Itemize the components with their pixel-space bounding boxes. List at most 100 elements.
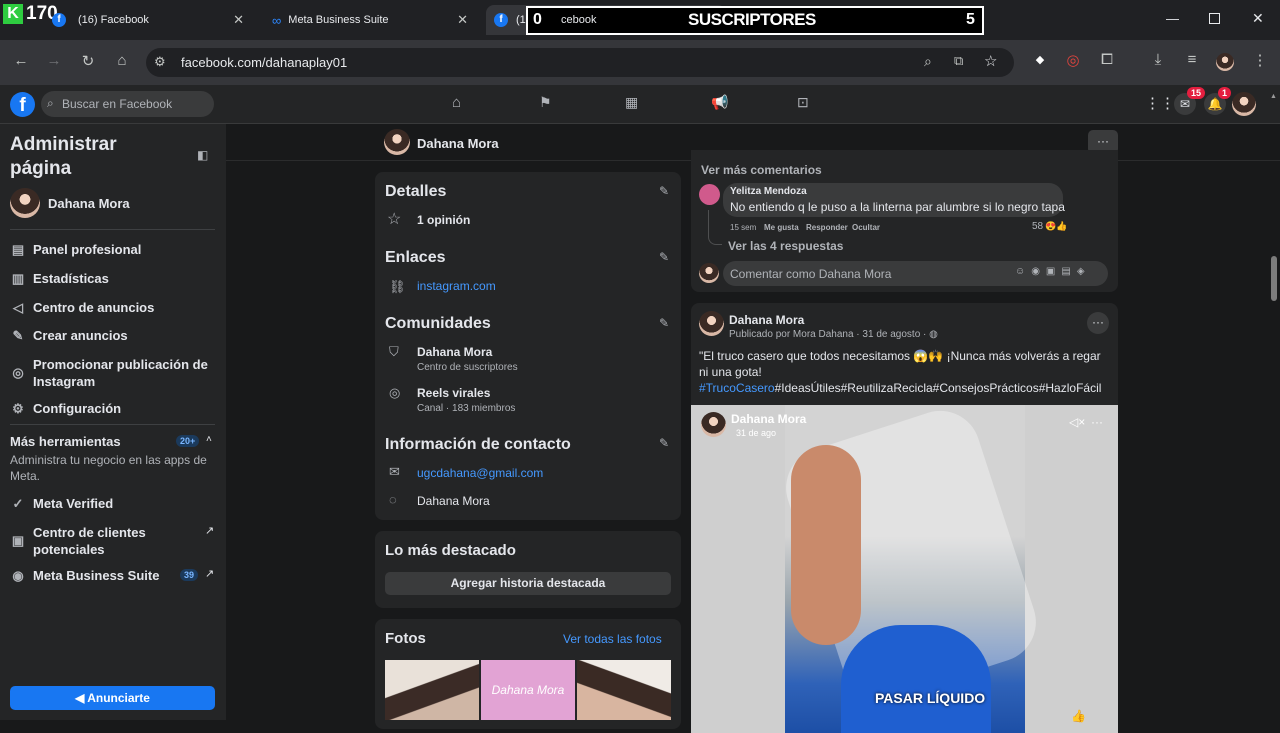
page-header-name[interactable]: Dahana Mora: [417, 136, 499, 151]
sidebar-item-panel[interactable]: ▤ Panel profesional: [10, 242, 142, 258]
reel-video[interactable]: Dahana Mora 31 de ago ◁× ··· PASAR LÍQUI…: [691, 405, 1118, 733]
shield-extension-icon[interactable]: ◎: [1062, 51, 1084, 69]
photo-thumbnail[interactable]: [577, 660, 671, 720]
account-avatar[interactable]: [1232, 92, 1256, 116]
like-video-icon[interactable]: 👍: [1071, 709, 1086, 723]
instagram-link[interactable]: instagram.com: [417, 279, 496, 293]
edit-pencil-icon[interactable]: ✎: [659, 250, 669, 264]
media-control-icon[interactable]: ≡: [1181, 51, 1203, 68]
post-author-avatar[interactable]: [699, 311, 724, 336]
page-avatar[interactable]: [10, 188, 40, 218]
search-box[interactable]: ⌕ Buscar en Facebook: [41, 91, 214, 117]
video-author-avatar[interactable]: [701, 412, 726, 437]
sidebar-item-stats[interactable]: ▥ Estadísticas: [10, 271, 109, 287]
more-tools-heading[interactable]: Más herramientas: [10, 434, 121, 449]
mute-icon[interactable]: ◁×: [1069, 415, 1085, 429]
sidebar-item-leads-center[interactable]: ▣ Centro de clientes potenciales: [10, 524, 173, 558]
nav-pages-flag-icon[interactable]: ⚑: [539, 94, 552, 111]
hashtag-link[interactable]: #TrucoCasero: [699, 381, 775, 395]
edit-pencil-icon[interactable]: ✎: [659, 436, 669, 450]
bookmark-star-icon[interactable]: ☆: [984, 52, 997, 70]
photo-thumbnail[interactable]: Dahana Mora: [481, 660, 575, 720]
scroll-up-arrow[interactable]: ▲: [1270, 93, 1277, 100]
page-name[interactable]: Dahana Mora: [48, 196, 130, 211]
site-info-icon[interactable]: ⚙: [154, 54, 166, 70]
install-app-icon[interactable]: ⧉: [954, 53, 963, 69]
restore-button[interactable]: [1209, 13, 1220, 24]
tab-business-suite[interactable]: ∞ Meta Business Suite ✕: [262, 5, 476, 35]
plus-value: 5: [966, 11, 975, 28]
sidebar-item-settings[interactable]: ⚙ Configuración: [10, 401, 121, 417]
minimize-button[interactable]: —: [1166, 11, 1179, 26]
advertise-button[interactable]: ◀ Anunciarte: [10, 686, 215, 710]
home-icon[interactable]: ⌂: [111, 52, 133, 69]
forward-icon[interactable]: →: [43, 52, 65, 69]
comment-time[interactable]: 15 sem: [730, 223, 756, 232]
close-icon[interactable]: ✕: [233, 12, 244, 28]
photo-thumbnail[interactable]: [385, 660, 479, 720]
collapse-sidebar-icon[interactable]: ◧: [197, 148, 208, 162]
download-icon[interactable]: ⤓: [1147, 51, 1169, 68]
view-replies-link[interactable]: Ver las 4 respuestas: [728, 239, 843, 253]
edit-pencil-icon[interactable]: ✎: [659, 184, 669, 198]
community-name[interactable]: Dahana Mora: [417, 345, 492, 359]
post-author[interactable]: Dahana Mora: [729, 313, 804, 327]
facebook-logo-icon[interactable]: f: [10, 92, 35, 117]
sidebar-item-create-ads[interactable]: ✎ Crear anuncios: [10, 328, 128, 344]
hashtag-rest[interactable]: #IdeasÚtiles#ReutilizaRecicla#ConsejosPr…: [775, 381, 1102, 395]
close-window-button[interactable]: ✕: [1252, 10, 1264, 27]
apps-grid-icon[interactable]: ⋮⋮: [1145, 94, 1175, 112]
edit-pencil-icon[interactable]: ✎: [659, 316, 669, 330]
scroll-thumb[interactable]: [1271, 256, 1277, 301]
comment-hide-link[interactable]: Ocultar: [852, 223, 880, 232]
nav-gaming-icon[interactable]: ⊡: [797, 94, 809, 111]
page-header-avatar[interactable]: [384, 129, 410, 155]
nav-home-icon[interactable]: ⌂: [452, 94, 461, 111]
star-icon: ☆: [387, 211, 402, 228]
back-icon[interactable]: ←: [10, 52, 32, 69]
see-more-comments-link[interactable]: Ver más comentarios: [701, 163, 822, 177]
video-author[interactable]: Dahana Mora: [731, 412, 806, 426]
tab-title: (16) Facebook: [78, 14, 149, 26]
community-name[interactable]: Reels virales: [417, 386, 490, 400]
post-options-button[interactable]: ···: [1087, 312, 1109, 334]
close-icon[interactable]: ✕: [457, 12, 468, 28]
comment-author[interactable]: Yelitza Mendoza: [730, 186, 807, 197]
sidebar-item-ads-center[interactable]: ◁ Centro de anuncios: [10, 300, 154, 316]
chevron-up-icon[interactable]: ˄: [206, 434, 212, 445]
tab-title: (1: [516, 14, 526, 26]
video-options-icon[interactable]: ···: [1091, 415, 1103, 429]
sidebar-item-meta-verified[interactable]: ✓ Meta Verified: [10, 496, 114, 512]
comment-reply-link[interactable]: Responder: [806, 223, 848, 232]
sidebar-item-promote-instagram[interactable]: ◎ Promocionar publicación de Instagram: [10, 356, 210, 390]
contact-email[interactable]: ugcdahana@gmail.com: [417, 466, 543, 480]
sidebar-item-business-suite[interactable]: ◉ Meta Business Suite: [10, 568, 159, 584]
extension-dot-icon[interactable]: ◆: [1029, 53, 1051, 66]
reels-channel-icon: ◎: [389, 385, 401, 400]
comment-input[interactable]: Comentar como Dahana Mora ☺◉▣▤◈: [723, 261, 1108, 286]
post-hashtags: #TrucoCasero#IdeasÚtiles#ReutilizaRecicl…: [699, 381, 1101, 395]
nav-dashboard-icon[interactable]: ▦: [625, 94, 638, 111]
comment-tools-icons[interactable]: ☺◉▣▤◈: [1015, 266, 1091, 277]
reload-icon[interactable]: ↻: [77, 52, 99, 70]
address-bar[interactable]: ⚙ facebook.com/dahanaplay01 ⌕ ⧉ ☆: [146, 48, 1014, 77]
subscribers-value: 0: [533, 11, 542, 28]
extensions-puzzle-icon[interactable]: ⧠: [1096, 51, 1118, 68]
menu-kebab-icon[interactable]: ⋮: [1249, 51, 1271, 69]
facebook-icon: f: [494, 13, 508, 27]
page-scrollbar[interactable]: ▲: [1270, 93, 1277, 720]
comment-like-link[interactable]: Me gusta: [764, 223, 799, 232]
manage-page-sidebar: Administrar página ◧ Dahana Mora ▤ Panel …: [0, 124, 226, 720]
reaction-count[interactable]: 58: [1032, 221, 1043, 232]
add-highlight-button[interactable]: Agregar historia destacada: [385, 572, 671, 595]
post-date[interactable]: 31 de agosto: [862, 329, 920, 340]
search-icon: ⌕: [47, 96, 54, 110]
see-all-photos-link[interactable]: Ver todas las fotos: [563, 632, 662, 646]
commenter-self-avatar: [699, 263, 719, 283]
profile-avatar[interactable]: [1216, 53, 1234, 71]
community-sub: Centro de suscriptores: [417, 362, 518, 373]
nav-ads-megaphone-icon[interactable]: 📢: [711, 94, 728, 111]
tab-facebook[interactable]: f (16) Facebook ✕: [40, 5, 252, 35]
commenter-avatar[interactable]: [699, 184, 720, 205]
zoom-icon[interactable]: ⌕: [924, 53, 932, 70]
